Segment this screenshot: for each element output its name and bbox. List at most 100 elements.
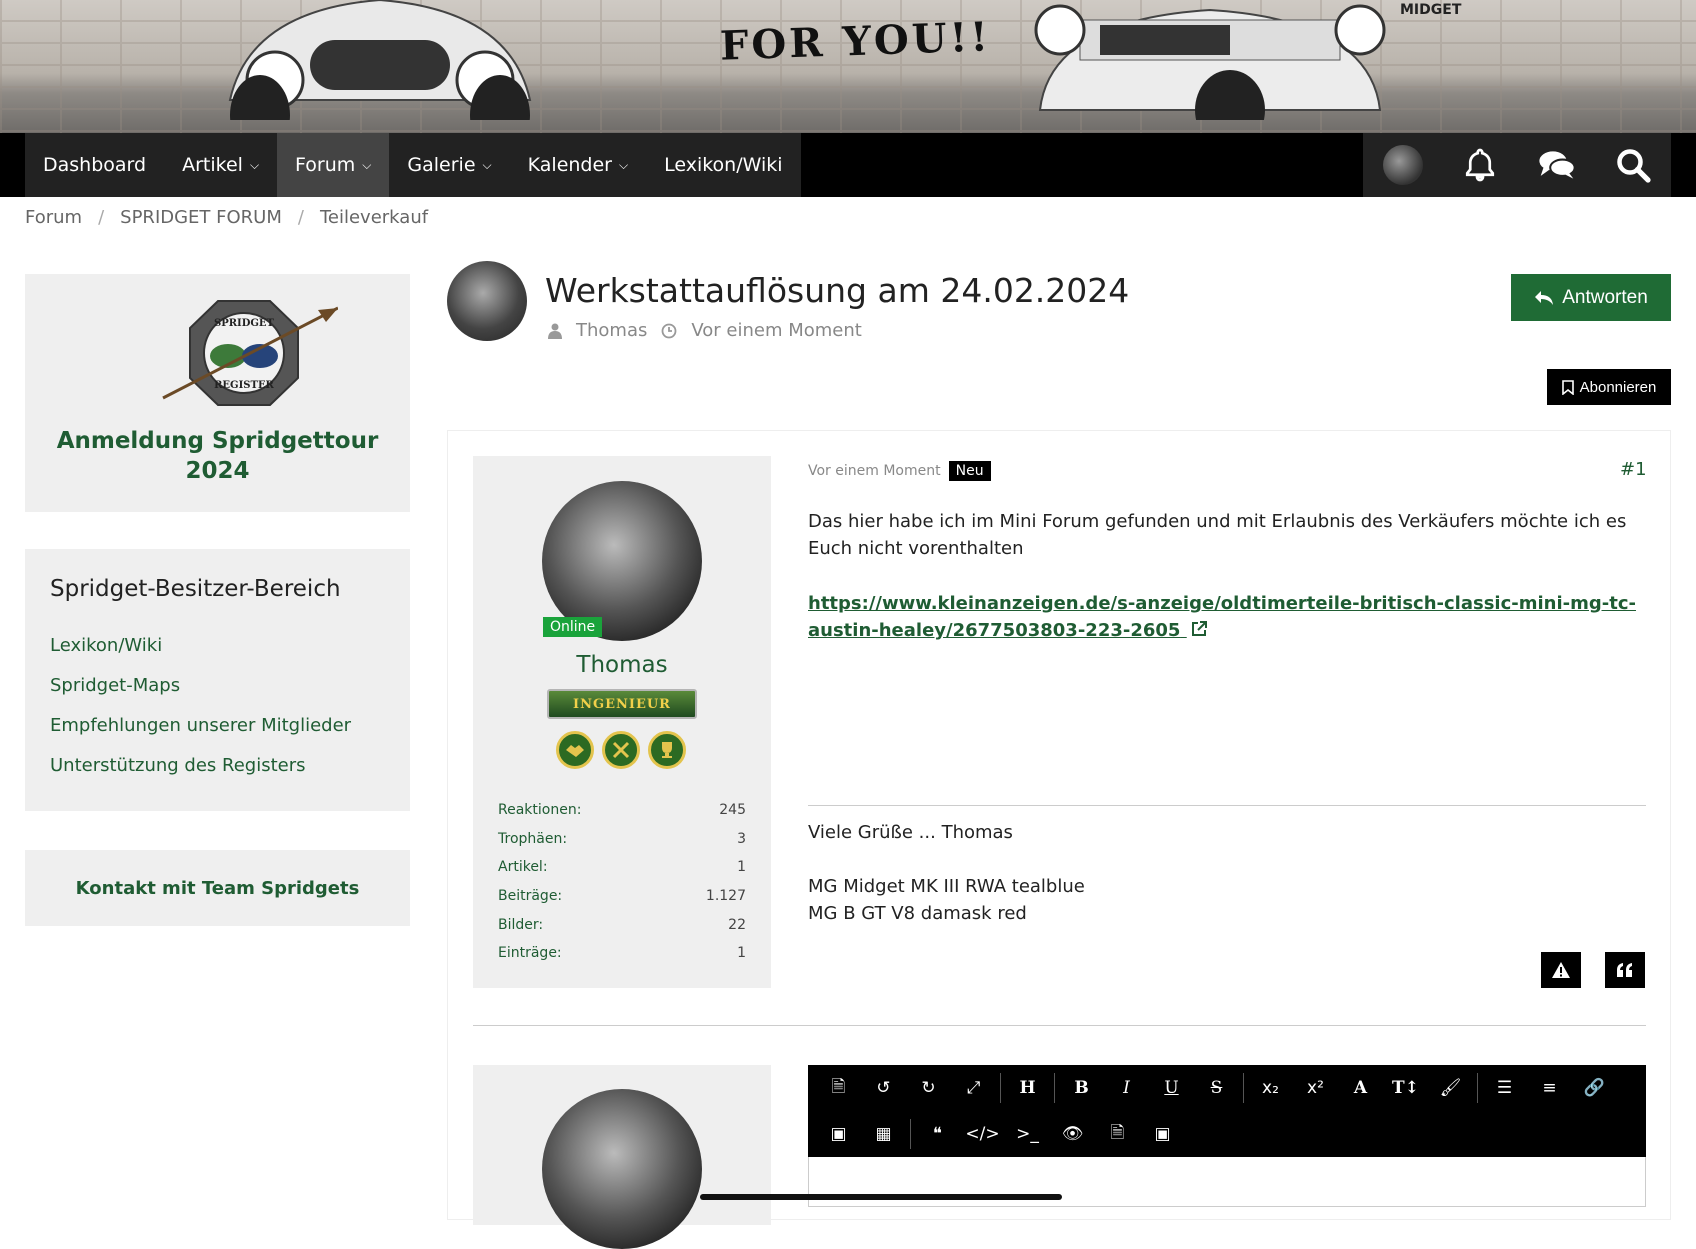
external-link-icon	[1191, 621, 1207, 636]
thread-author-avatar[interactable]	[447, 261, 527, 341]
comments-icon[interactable]	[1538, 147, 1576, 183]
terminal-icon[interactable]: >_	[1005, 1116, 1050, 1152]
pdf-icon[interactable]: 🗎	[1095, 1116, 1140, 1152]
gallery-image-icon[interactable]: ▣	[1140, 1116, 1185, 1152]
chevron-down-icon: ⌵	[249, 157, 260, 172]
bookmark-icon	[1561, 379, 1574, 395]
nav-item-kalender[interactable]: Kalender ⌵	[510, 133, 646, 197]
nav-item-galerie[interactable]: Galerie ⌵	[389, 133, 509, 197]
post-link-text[interactable]: https://www.kleinanzeigen.de/s-anzeige/o…	[808, 593, 1636, 641]
main-navigation: Dashboard Artikel ⌵ Forum ⌵ Galerie ⌵ Kalen…	[0, 133, 1696, 197]
superscript-icon[interactable]: x²	[1293, 1070, 1338, 1106]
post-body: Das hier habe ich im Mini Forum gefunden…	[808, 511, 1627, 559]
stat-label: Trophäen:	[498, 830, 568, 847]
font-size-icon[interactable]: T↕	[1383, 1070, 1428, 1106]
stat-value: 3	[737, 830, 746, 847]
stat-row[interactable]: Bilder: 22	[498, 910, 746, 939]
nav-item-lexikon[interactable]: Lexikon/Wiki	[646, 133, 800, 197]
undo-icon[interactable]: ↺	[861, 1070, 906, 1106]
owner-link-support[interactable]: Unterstützung des Registers	[50, 755, 351, 795]
toolbar-separator	[1477, 1073, 1478, 1103]
nav-item-artikel[interactable]: Artikel ⌵	[164, 133, 277, 197]
tour-registration-title[interactable]: Anmeldung Spridgettour 2024	[25, 426, 410, 486]
breadcrumb-teileverkauf[interactable]: Teileverkauf	[320, 207, 428, 228]
thread-author[interactable]: Thomas	[576, 320, 647, 341]
post-external-link[interactable]: https://www.kleinanzeigen.de/s-anzeige/o…	[808, 590, 1648, 644]
quote-icon[interactable]: ❝	[915, 1116, 960, 1152]
code-icon[interactable]: </>	[960, 1116, 1005, 1152]
source-code-icon[interactable]: 🗎	[816, 1070, 861, 1106]
clock-icon	[661, 323, 677, 338]
stat-value: 1.127	[705, 888, 746, 905]
stat-value: 22	[728, 916, 746, 933]
nav-item-dashboard[interactable]: Dashboard	[25, 133, 164, 197]
new-badge: Neu	[948, 461, 991, 481]
redo-icon[interactable]: ↻	[906, 1070, 951, 1106]
list-icon[interactable]: ☰	[1482, 1070, 1527, 1106]
editor-toolbar: 🗎 ↺ ↻ ⤢ H B I U S x₂ x² A T↕ 🖌 ☰ ≡ 🔗 ▣ ▦…	[808, 1065, 1646, 1157]
spoiler-eye-icon[interactable]: 👁	[1050, 1116, 1095, 1152]
subscribe-label: Abonnieren	[1579, 378, 1657, 396]
rank-badge: INGENIEUR	[547, 689, 697, 719]
table-icon[interactable]: ▦	[861, 1116, 906, 1152]
stat-label: Artikel:	[498, 859, 548, 876]
align-icon[interactable]: ≡	[1527, 1070, 1572, 1106]
tour-registration-box[interactable]: SPRIDGET REGISTER Anmeldung Spridgettour…	[25, 274, 410, 512]
toolbar-separator	[1054, 1073, 1055, 1103]
stat-label: Reaktionen:	[498, 802, 582, 819]
report-button[interactable]	[1541, 952, 1581, 988]
link-icon[interactable]: 🔗	[1572, 1070, 1617, 1106]
italic-icon[interactable]: I	[1104, 1070, 1149, 1106]
stat-row[interactable]: Artikel: 1	[498, 853, 746, 882]
author-name[interactable]: Thomas	[473, 652, 771, 678]
nav-label: Lexikon/Wiki	[664, 154, 783, 176]
bold-icon[interactable]: B	[1059, 1070, 1104, 1106]
toolbar-row-1: 🗎 ↺ ↻ ⤢ H B I U S x₂ x² A T↕ 🖌 ☰ ≡ 🔗	[808, 1065, 1617, 1111]
toolbar-separator	[1243, 1073, 1244, 1103]
header-banner: FOR YOU!! MIDGET	[0, 0, 1696, 133]
image-icon[interactable]: ▣	[816, 1116, 861, 1152]
breadcrumb-forum[interactable]: Forum	[25, 207, 82, 228]
signature-divider	[808, 805, 1646, 806]
owner-link-maps[interactable]: Spridget-Maps	[50, 675, 351, 715]
breadcrumb-spridget-forum[interactable]: SPRIDGET FORUM	[120, 207, 282, 228]
strikethrough-icon[interactable]: S	[1194, 1070, 1239, 1106]
underline-icon[interactable]: U	[1149, 1070, 1194, 1106]
heading-icon[interactable]: H	[1005, 1070, 1050, 1106]
stat-row[interactable]: Beiträge: 1.127	[498, 882, 746, 911]
contact-team-link[interactable]: Kontakt mit Team Spridgets	[76, 878, 360, 899]
tools-trophy-icon[interactable]	[602, 731, 640, 769]
cup-trophy-icon[interactable]	[648, 731, 686, 769]
user-avatar[interactable]	[1382, 145, 1423, 185]
handshake-trophy-icon[interactable]	[556, 731, 594, 769]
owner-link-recommendations[interactable]: Empfehlungen unserer Mitglieder	[50, 715, 351, 755]
nav-label: Forum	[295, 154, 356, 176]
search-icon[interactable]	[1615, 147, 1651, 183]
quote-button[interactable]	[1605, 952, 1645, 988]
author-stats: Reaktionen: 245 Trophäen: 3 Artikel: 1 Beit…	[498, 796, 746, 968]
color-brush-icon[interactable]: 🖌	[1428, 1070, 1473, 1106]
chevron-down-icon: ⌵	[482, 157, 492, 172]
stat-row[interactable]: Einträge: 1	[498, 939, 746, 968]
subscript-icon[interactable]: x₂	[1248, 1070, 1293, 1106]
nav-menu: Dashboard Artikel ⌵ Forum ⌵ Galerie ⌵ Kalen…	[25, 133, 801, 197]
logo-text-top: SPRIDGET	[214, 318, 275, 329]
post-date-text[interactable]: Vor einem Moment	[808, 463, 941, 479]
reply-author-avatar[interactable]	[542, 1089, 702, 1249]
stat-row[interactable]: Trophäen: 3	[498, 825, 746, 854]
subscribe-button[interactable]: Abonnieren	[1547, 369, 1671, 405]
owner-link-wiki[interactable]: Lexikon/Wiki	[50, 635, 351, 675]
post-divider	[473, 1025, 1646, 1026]
nav-user-tools	[1363, 133, 1671, 197]
nav-label: Kalender	[527, 154, 612, 176]
font-family-icon[interactable]: A	[1338, 1070, 1383, 1106]
user-icon	[548, 323, 562, 339]
nav-item-forum[interactable]: Forum ⌵	[277, 133, 390, 197]
online-badge: Online	[543, 617, 603, 637]
scroll-indicator	[700, 1194, 1062, 1200]
bell-icon[interactable]	[1462, 147, 1498, 183]
fullscreen-icon[interactable]: ⤢	[951, 1070, 996, 1106]
stat-row[interactable]: Reaktionen: 245	[498, 796, 746, 825]
post-permalink[interactable]: #1	[1620, 459, 1647, 480]
reply-button[interactable]: Antworten	[1511, 274, 1671, 321]
